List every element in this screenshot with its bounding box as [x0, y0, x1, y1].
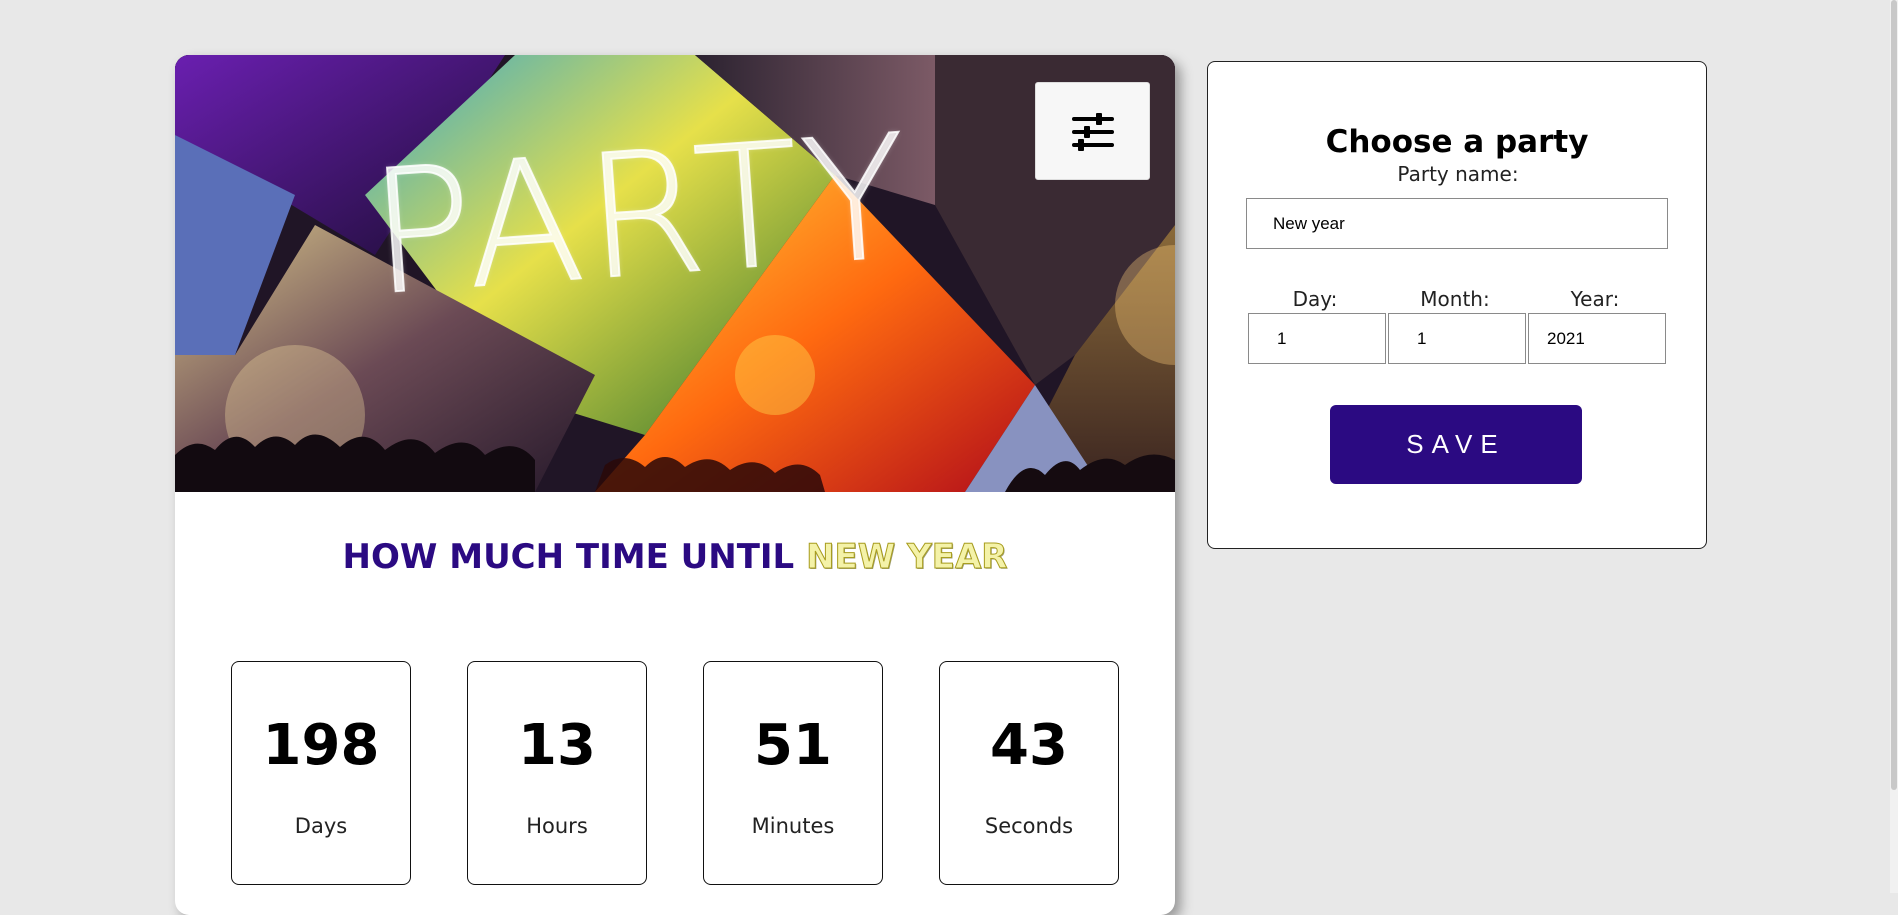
- save-button[interactable]: SAVE: [1330, 405, 1582, 484]
- hours-value: 13: [518, 713, 596, 778]
- banner-title: PARTY: [363, 97, 919, 334]
- seconds-label: Seconds: [984, 814, 1074, 838]
- headline-party-name: NEW YEAR: [806, 537, 1008, 578]
- countdown-card: PARTY HOW MUCH TIME UNTIL NEW YEAR 198 D…: [175, 55, 1175, 915]
- countdown-headline: HOW MUCH TIME UNTIL NEW YEAR: [175, 537, 1175, 578]
- panel-title: Choose a party: [1325, 124, 1589, 160]
- party-banner-image: PARTY: [175, 55, 1175, 492]
- headline-prefix: HOW MUCH TIME UNTIL: [342, 537, 795, 577]
- minutes-label: Minutes: [751, 814, 835, 838]
- days-label: Days: [294, 814, 348, 838]
- party-settings-panel: Choose a party Party name: Day: Month: Y…: [1207, 61, 1707, 549]
- page-scrollbar[interactable]: [1890, 0, 1898, 893]
- seconds-counter: 43 Seconds: [939, 661, 1119, 885]
- year-input[interactable]: [1528, 313, 1666, 364]
- month-input[interactable]: [1388, 313, 1526, 364]
- sliders-icon: [1072, 113, 1114, 151]
- hours-counter: 13 Hours: [467, 661, 647, 885]
- settings-menu-button[interactable]: [1035, 82, 1150, 180]
- days-value: 198: [262, 713, 380, 778]
- minutes-value: 51: [754, 713, 832, 778]
- party-name-input[interactable]: [1246, 198, 1668, 249]
- year-label: Year:: [1570, 287, 1620, 311]
- seconds-value: 43: [990, 713, 1068, 778]
- hours-label: Hours: [526, 814, 588, 838]
- scrollbar-thumb[interactable]: [1891, 0, 1897, 790]
- month-label: Month:: [1420, 287, 1490, 311]
- minutes-counter: 51 Minutes: [703, 661, 883, 885]
- party-name-label: Party name:: [1397, 162, 1519, 186]
- days-counter: 198 Days: [231, 661, 411, 885]
- day-label: Day:: [1292, 287, 1338, 311]
- day-input[interactable]: [1248, 313, 1386, 364]
